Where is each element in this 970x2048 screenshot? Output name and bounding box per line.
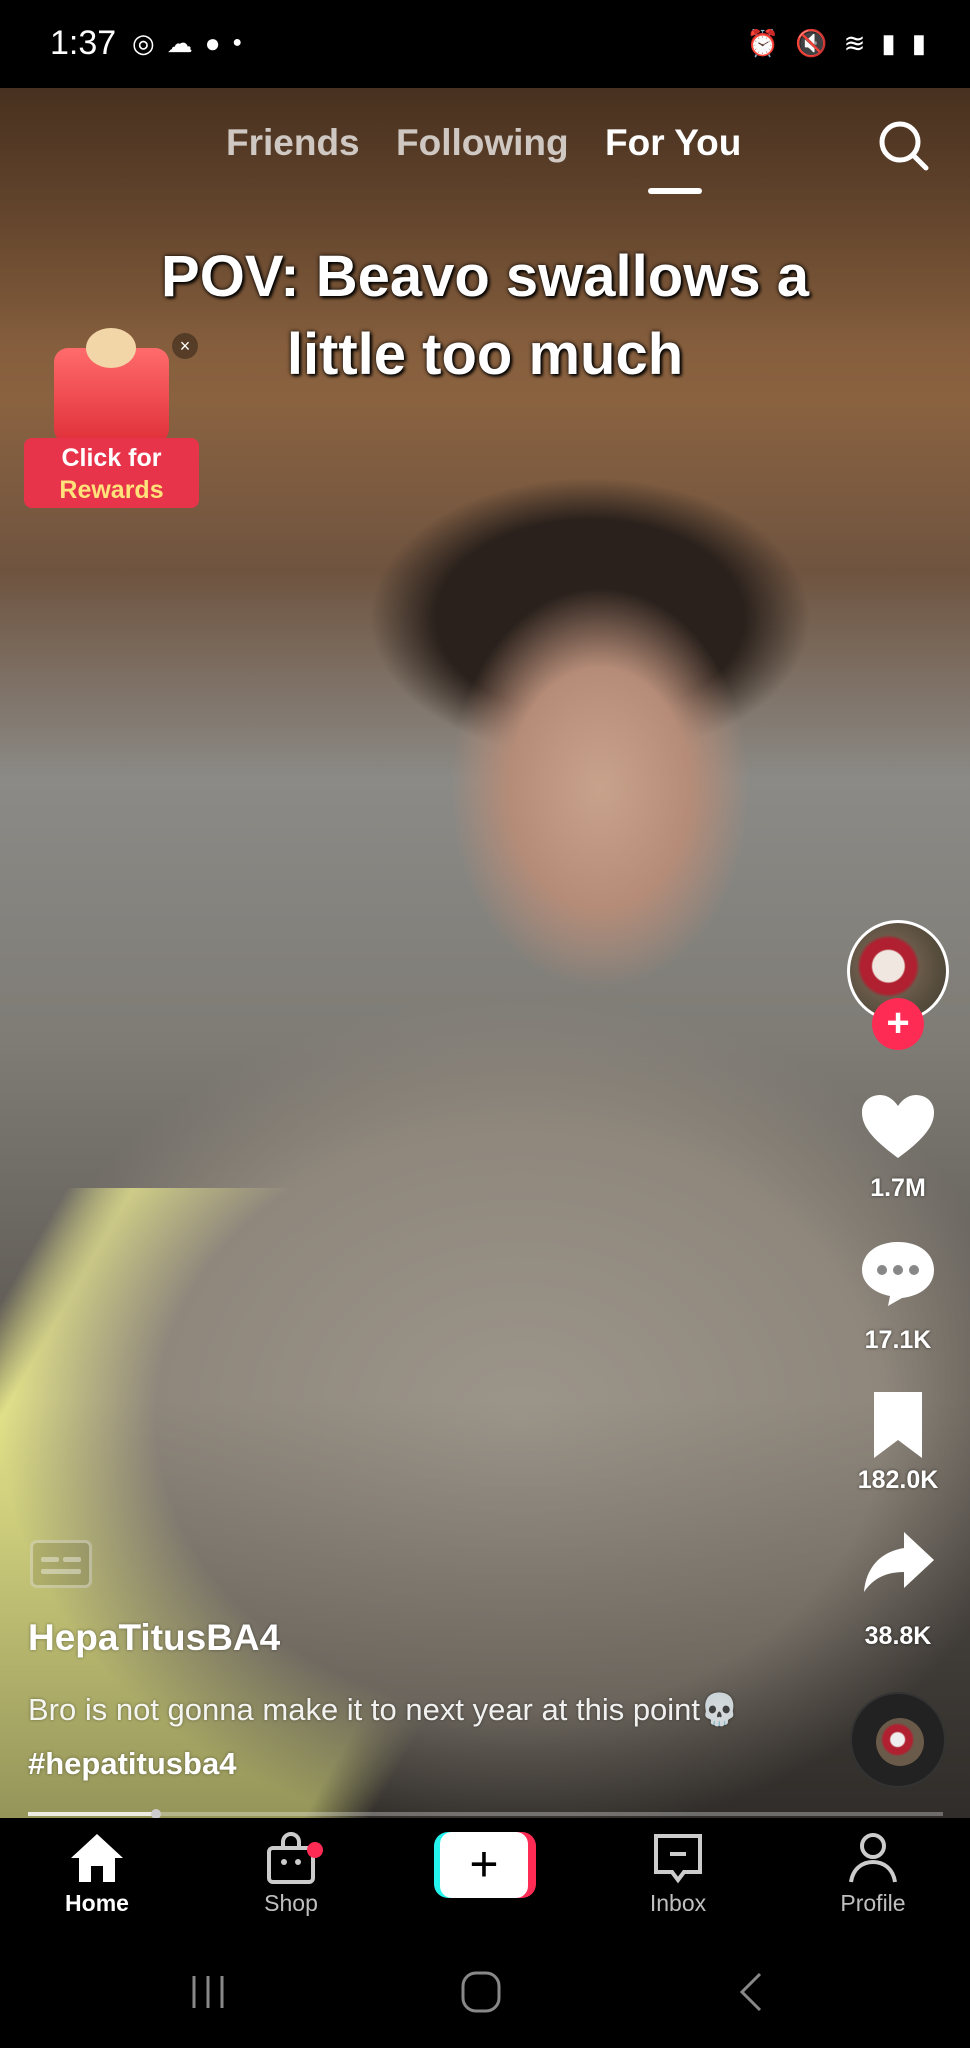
tab-following[interactable]: Following xyxy=(396,122,569,164)
profile-icon xyxy=(849,1833,897,1883)
clock: 1:37 xyxy=(50,24,117,62)
post-description: Bro is not gonna make it to next year at… xyxy=(28,1692,739,1781)
creator-username[interactable]: HepaTitusBA4 xyxy=(28,1617,280,1659)
back-icon[interactable] xyxy=(736,1970,766,2014)
plus-icon: + xyxy=(440,1832,528,1898)
share-icon[interactable] xyxy=(858,1528,938,1598)
comment-count: 17.1K xyxy=(864,1326,932,1354)
mute-icon: 🔇 xyxy=(795,28,828,58)
hashtag-link[interactable]: #hepatitusba4 xyxy=(28,1746,236,1781)
notification-dot xyxy=(307,1842,323,1858)
nav-shop[interactable]: Shop xyxy=(221,1832,361,1917)
heart-icon[interactable] xyxy=(858,1092,938,1162)
follow-button[interactable]: + xyxy=(872,998,924,1050)
save-count: 182.0K xyxy=(857,1466,939,1494)
home-icon xyxy=(71,1834,123,1882)
instagram-icon: ◎ xyxy=(132,28,155,58)
nav-home[interactable]: Home xyxy=(27,1832,167,1917)
inbox-icon xyxy=(654,1834,702,1884)
system-nav-bar xyxy=(0,1938,970,2048)
tab-for-you[interactable]: For You xyxy=(605,122,741,164)
search-icon[interactable] xyxy=(876,118,932,174)
wifi-icon: ≋ xyxy=(843,28,866,58)
bookmark-icon[interactable] xyxy=(858,1390,938,1460)
music-disc[interactable] xyxy=(850,1692,946,1788)
close-icon[interactable]: × xyxy=(172,333,198,359)
video-progress-bar[interactable] xyxy=(28,1809,943,1819)
tab-friends[interactable]: Friends xyxy=(226,122,360,164)
active-tab-indicator xyxy=(648,188,702,194)
share-count: 38.8K xyxy=(864,1622,932,1650)
rewards-button[interactable]: Click for Rewards × xyxy=(24,328,204,518)
shop-bag-icon xyxy=(267,1832,315,1884)
create-post-button[interactable]: + xyxy=(434,1832,536,1898)
home-circle-icon[interactable] xyxy=(460,1970,502,2014)
nav-inbox[interactable]: Inbox xyxy=(608,1832,748,1917)
signal-icon: ▮ xyxy=(881,28,896,58)
dot-icon: ● xyxy=(232,34,243,51)
recent-apps-icon[interactable] xyxy=(188,1972,228,2012)
like-count: 1.7M xyxy=(870,1174,926,1202)
nav-profile[interactable]: Profile xyxy=(803,1832,943,1917)
cloud-sync-icon: ☁ xyxy=(166,28,193,58)
alarm-icon: ⏰ xyxy=(746,28,780,58)
status-bar: 1:37 ◎ ☁ ● ● ⏰ 🔇 ≋ ▮ ▮ xyxy=(0,0,970,88)
comment-icon[interactable] xyxy=(858,1238,938,1308)
feed-tabs: Friends Following For You xyxy=(0,122,970,172)
messenger-icon: ● xyxy=(204,28,221,58)
captions-icon[interactable] xyxy=(30,1540,92,1588)
battery-icon: ▮ xyxy=(911,28,926,58)
